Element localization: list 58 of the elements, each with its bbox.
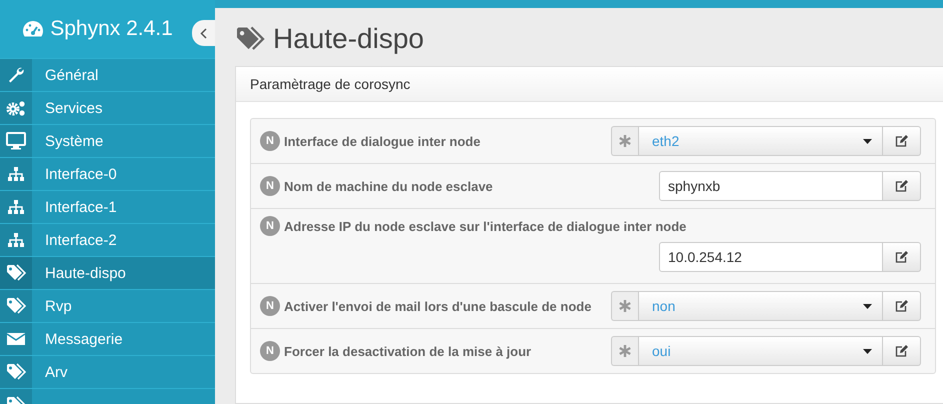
input-field[interactable]: 10.0.254.12 (659, 242, 883, 272)
badge: N (260, 131, 280, 151)
select-field[interactable]: non (638, 291, 883, 321)
page-title: Haute-dispo (273, 23, 424, 55)
asterisk-icon (619, 135, 631, 147)
monitor-icon (6, 132, 26, 150)
gauge-icon (22, 20, 44, 38)
sidebar-item[interactable]: Interface-1 (0, 190, 215, 223)
tags-icon (235, 26, 265, 52)
sidebar-item[interactable]: Messagerie (0, 322, 215, 355)
caret-icon (863, 138, 872, 144)
edit-button[interactable] (883, 291, 921, 321)
select-field[interactable]: eth2 (638, 126, 883, 156)
edit-icon (895, 345, 908, 357)
sidebar-item[interactable]: Rvp (0, 289, 215, 322)
select-field[interactable]: oui (638, 336, 883, 366)
asterisk-icon (619, 300, 631, 312)
sidebar-item[interactable]: Interface-0 (0, 157, 215, 190)
collapse-sidebar-button[interactable] (192, 20, 215, 46)
badge: N (260, 296, 280, 316)
field-label: Adresse IP du node esclave sur l'interface de dialogue inter node (284, 218, 686, 234)
edit-button[interactable] (883, 171, 921, 201)
edit-icon (895, 251, 908, 263)
panel-title: Paramètrage de corosync (250, 76, 410, 92)
sitemap-icon (7, 166, 25, 182)
badge: N (260, 176, 280, 196)
caret-icon (863, 304, 872, 308)
badge: N (260, 341, 280, 361)
field-label: Forcer la desactivation de la mise à jour (284, 344, 532, 358)
sidebar-item[interactable]: Services (0, 91, 215, 124)
sidebar-item[interactable]: Interface-2 (0, 223, 215, 256)
chevron-left-icon (200, 28, 207, 38)
edit-icon (895, 300, 908, 312)
sidebar-item[interactable]: Arv (0, 355, 215, 388)
field-label: Activer l'envoi de mail lors d'une bascule de node (284, 298, 592, 314)
tags-icon (6, 297, 26, 315)
tags-icon (6, 264, 26, 282)
edit-button[interactable] (883, 126, 921, 156)
field-label: Interface de dialogue inter node (284, 134, 480, 148)
sidebar-item[interactable]: Système (0, 124, 215, 157)
edit-icon (895, 180, 908, 192)
edit-icon (895, 135, 908, 147)
edit-button[interactable] (883, 242, 921, 272)
caret-icon (863, 348, 872, 354)
sidebar-item[interactable]: Haute-dispo (0, 256, 215, 289)
envelope-icon (6, 331, 26, 347)
wrench-icon (7, 66, 25, 84)
asterisk-icon (619, 345, 631, 357)
gears-icon (6, 99, 26, 117)
app-title: Sphynx 2.4.1 (50, 17, 173, 41)
sitemap-icon (7, 199, 25, 215)
badge: N (260, 216, 280, 236)
field-label: Nom de machine du node esclave (284, 178, 493, 194)
edit-button[interactable] (883, 336, 921, 366)
input-field[interactable]: sphynxb (659, 171, 883, 201)
sitemap-icon (7, 232, 25, 248)
sidebar-item[interactable]: Général (0, 58, 215, 91)
tags-icon (6, 363, 26, 381)
